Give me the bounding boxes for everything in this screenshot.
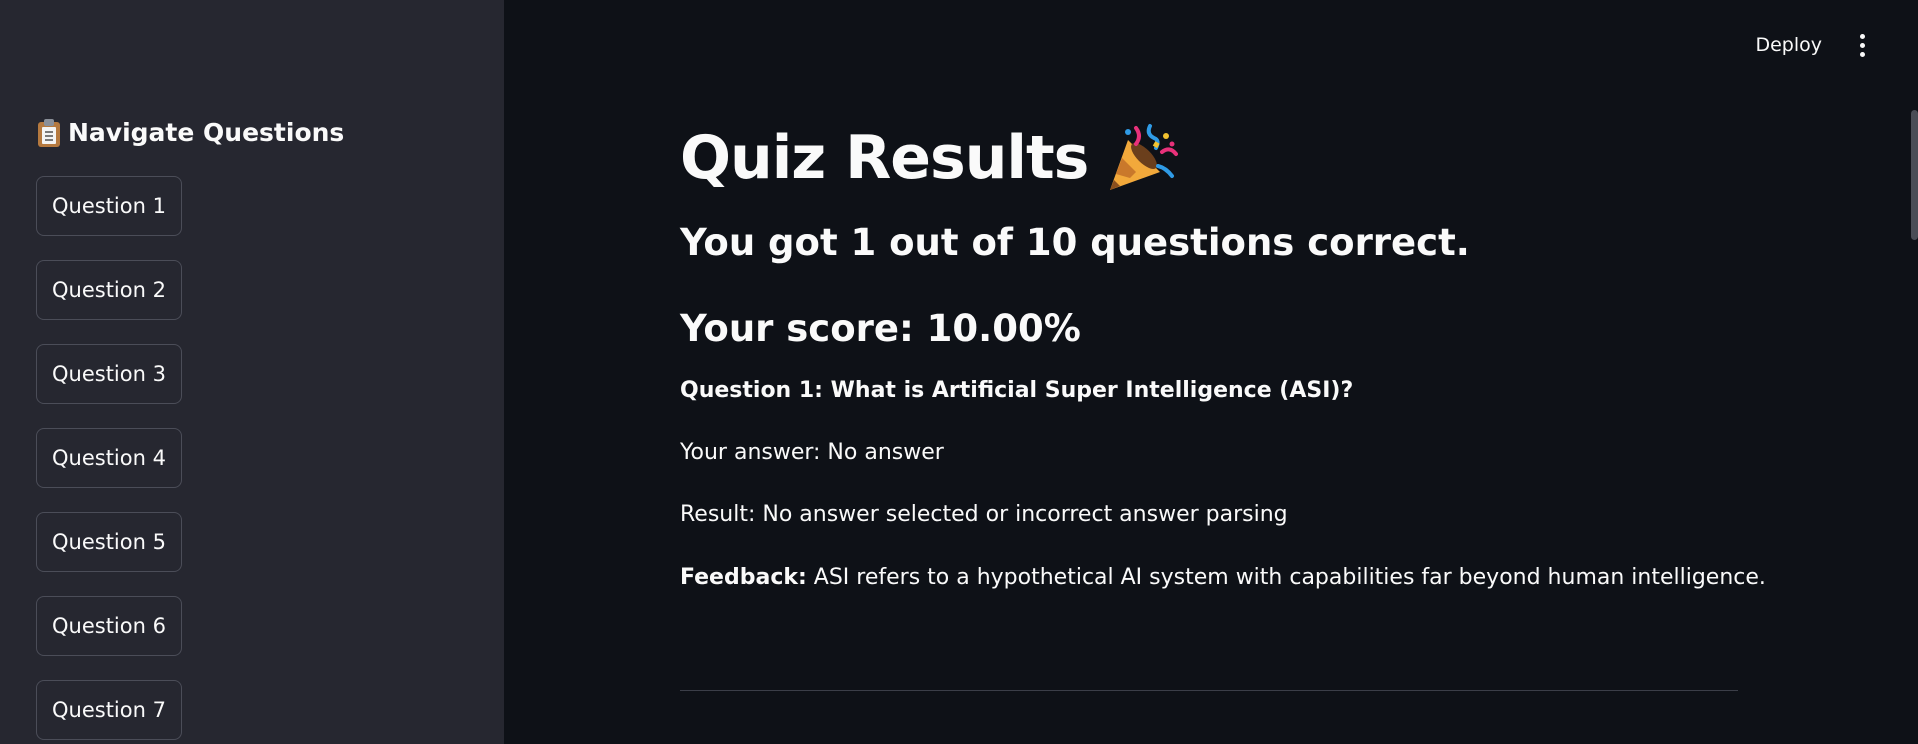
sidebar: Navigate Questions Question 1 Question 2… <box>0 0 504 744</box>
question-nav-list: Question 1 Question 2 Question 3 Questio… <box>36 176 182 740</box>
more-vertical-icon[interactable] <box>1852 30 1872 60</box>
your-answer-text: Your answer: No answer <box>680 440 944 465</box>
feedback-label: Feedback: <box>680 565 807 590</box>
page-title: Quiz Results <box>680 116 1740 200</box>
score-text: Your score: 10.00% <box>680 307 1081 350</box>
deploy-button[interactable]: Deploy <box>1749 28 1828 62</box>
feedback-body: ASI refers to a hypothetical AI system w… <box>806 565 1766 590</box>
main-content: Deploy Quiz Results You got 1 out of 10 … <box>504 0 1918 744</box>
sidebar-heading-label: Navigate Questions <box>68 118 345 147</box>
question-4-button[interactable]: Question 4 <box>36 428 182 488</box>
correct-summary: You got 1 out of 10 questions correct. <box>680 221 1470 264</box>
question-2-button[interactable]: Question 2 <box>36 260 182 320</box>
page-title-text: Quiz Results <box>680 123 1089 193</box>
result-text: Result: No answer selected or incorrect … <box>680 502 1288 527</box>
app-window: Navigate Questions Question 1 Question 2… <box>0 0 1918 744</box>
question-5-button[interactable]: Question 5 <box>36 512 182 572</box>
party-popper-icon <box>1110 124 1179 190</box>
question-3-button[interactable]: Question 3 <box>36 344 182 404</box>
scrollbar-thumb[interactable] <box>1911 110 1918 240</box>
clipboard-icon <box>38 118 60 147</box>
question-1-button[interactable]: Question 1 <box>36 176 182 236</box>
section-divider <box>680 690 1738 691</box>
question-6-button[interactable]: Question 6 <box>36 596 182 656</box>
question-title: Question 1: What is Artificial Super Int… <box>680 378 1354 403</box>
feedback-text: Feedback: ASI refers to a hypothetical A… <box>680 563 1766 593</box>
results-content: Quiz Results You got 1 out of 10 questio… <box>680 116 1766 593</box>
sidebar-heading: Navigate Questions <box>38 118 344 147</box>
question-7-button[interactable]: Question 7 <box>36 680 182 740</box>
